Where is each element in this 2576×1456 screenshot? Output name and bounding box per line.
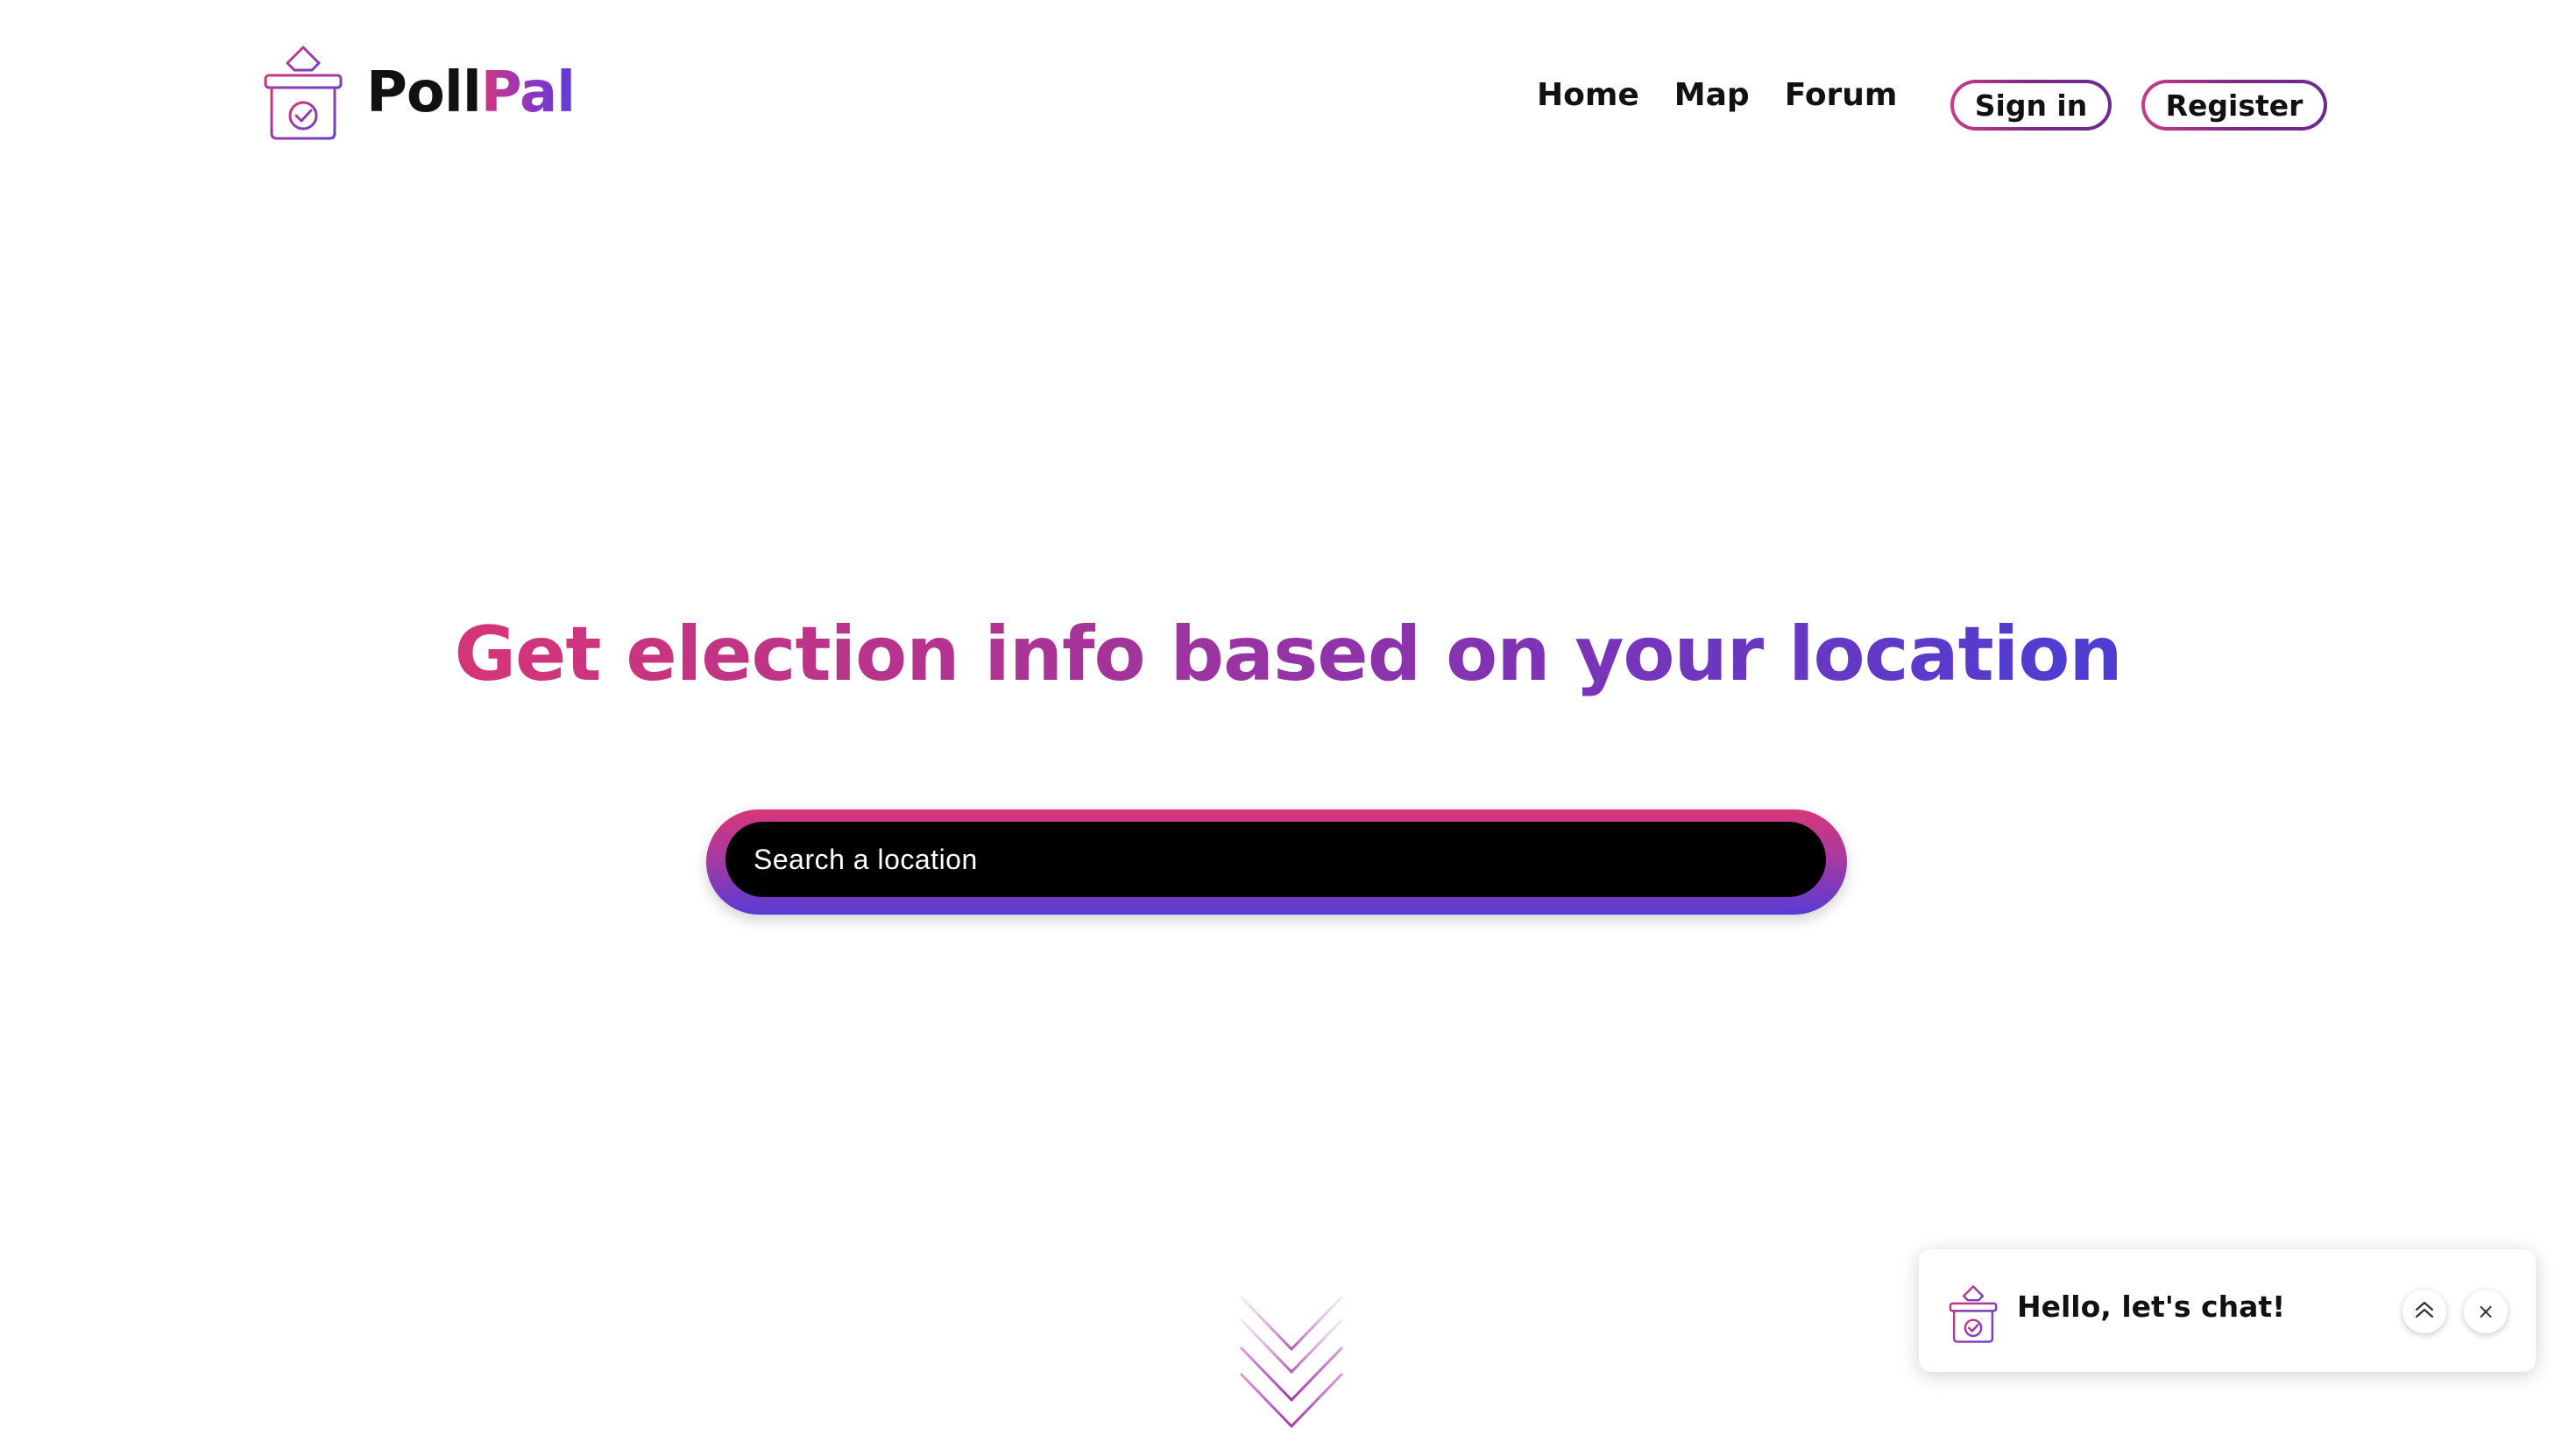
- register-label: Register: [2145, 83, 2324, 127]
- chat-widget[interactable]: Hello, let's chat! ×: [1919, 1249, 2536, 1372]
- sign-in-button[interactable]: Sign in: [1950, 80, 2112, 131]
- ballot-box-icon: [1949, 1284, 1998, 1347]
- double-chevron-down-icon[interactable]: [1237, 1293, 1346, 1430]
- close-icon: ×: [2476, 1299, 2495, 1324]
- ballot-box-icon: [263, 44, 343, 142]
- search-bar: [706, 809, 1847, 915]
- register-button[interactable]: Register: [2141, 80, 2327, 131]
- hero-title-text: Get election info based on your location: [454, 611, 2122, 698]
- location-search-input[interactable]: [725, 822, 1826, 897]
- chat-expand-button[interactable]: [2403, 1290, 2446, 1333]
- chat-close-button[interactable]: ×: [2464, 1290, 2508, 1333]
- hero-title: Get election info based on your location: [0, 613, 2576, 696]
- nav-link-forum[interactable]: Forum: [1785, 77, 1898, 113]
- nav-link-map[interactable]: Map: [1674, 77, 1750, 113]
- sign-in-label: Sign in: [1954, 83, 2108, 127]
- page: PollPal Home Map Forum Sign in Register …: [0, 0, 2576, 1456]
- logo-text-pal: Pal: [480, 60, 576, 125]
- chat-title: Hello, let's chat!: [2017, 1290, 2286, 1324]
- logo[interactable]: PollPal: [263, 44, 576, 142]
- logo-text: PollPal: [366, 65, 576, 121]
- main-nav: Home Map Forum: [1537, 77, 1897, 113]
- nav-link-home[interactable]: Home: [1537, 77, 1639, 113]
- logo-text-poll: Poll: [366, 60, 482, 125]
- double-chevron-up-icon: [2413, 1299, 2436, 1324]
